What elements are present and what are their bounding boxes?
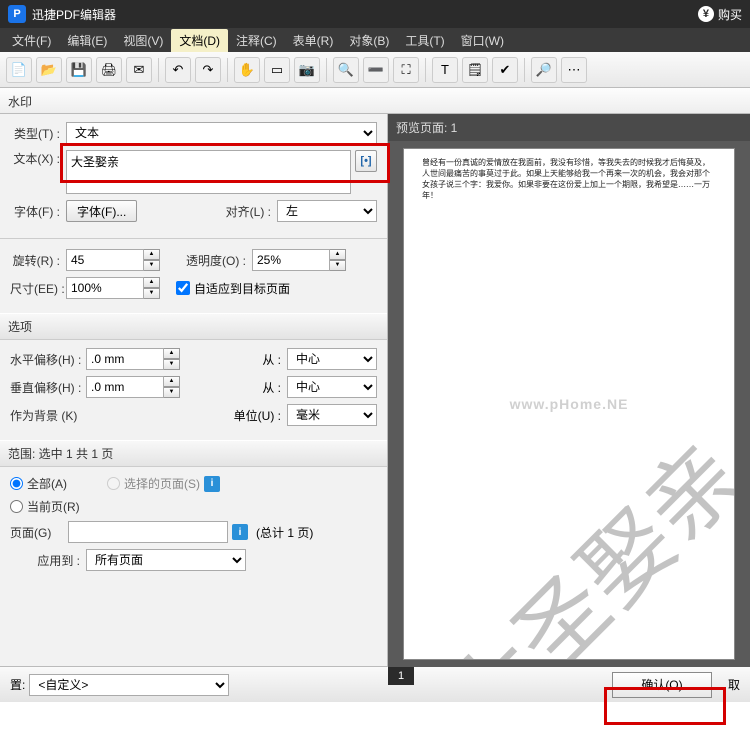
toolbar-hand-icon[interactable]: ✋ [234,57,260,83]
dialog-title: 水印 [0,88,750,114]
rotate-label: 旋转(R) : [10,252,60,269]
cancel-button[interactable]: 取 [728,676,740,693]
menu-tool[interactable]: 工具(T) [397,29,452,52]
menu-window[interactable]: 窗口(W) [453,29,512,52]
footer: 置: <自定义> 确认(O) 取 [0,666,750,702]
menu-document[interactable]: 文档(D) [171,29,228,52]
text-input[interactable]: 大圣娶亲 [66,150,351,194]
align-label: 对齐(L) : [221,203,271,220]
text-label: 文本(X) : [10,150,60,167]
app-logo: P [8,5,26,23]
page-body-text: 曾经有一份真诚的爱情放在我面前，我没有珍惜，等我失去的时候我才后悔莫及，人世间最… [422,157,716,201]
toolbar-zoomin-icon[interactable]: 🔍 [333,57,359,83]
applyto-label: 应用到 : [10,552,80,569]
size-label: 尺寸(EE) : [10,280,60,297]
menu-view[interactable]: 视图(V) [115,29,171,52]
hfrom-label: 从 : [262,351,281,368]
range-all-radio[interactable]: 全部(A) [10,475,67,492]
opacity-input[interactable] [252,249,330,271]
vfrom-label: 从 : [262,379,281,396]
size-input[interactable] [66,277,144,299]
pages-label: 页面(G) [10,524,62,541]
fit-checkbox-input[interactable] [176,281,190,295]
toolbar-save-icon[interactable]: 💾 [66,57,92,83]
hoffset-spinner[interactable]: ▲▼ [86,348,180,370]
toolbar-text-icon[interactable]: T [432,57,458,83]
center-watermark: www.pHome.NE [510,396,629,412]
pages-input[interactable] [68,521,228,543]
type-label: 类型(T) : [10,125,60,142]
voffset-input[interactable] [86,376,164,398]
currency-icon: ¥ [698,6,714,22]
menu-comment[interactable]: 注释(C) [228,29,285,52]
toolbar-fit-icon[interactable]: ⛶ [393,57,419,83]
settings-panel: 类型(T) : 文本 文本(X) : 大圣娶亲 [•] 字体(F) : 字体(F… [0,114,388,666]
watermark-text: 大圣娶亲 [414,408,734,659]
page-number-badge: 1 [388,667,414,685]
voffset-spinner[interactable]: ▲▼ [86,376,180,398]
size-spinner[interactable]: ▲▼ [66,277,160,299]
opacity-label: 透明度(O) : [176,252,246,269]
toolbar-mail-icon[interactable]: ✉ [126,57,152,83]
toolbar-note-icon[interactable]: 🗒 [462,57,488,83]
hoffset-input[interactable] [86,348,164,370]
toolbar-more-icon[interactable]: ⋯ [561,57,587,83]
toolbar-snap-icon[interactable]: 📷 [294,57,320,83]
options-title: 选项 [0,313,387,340]
hoffset-label: 水平偏移(H) : [10,351,80,368]
font-button[interactable]: 字体(F)... [66,200,137,222]
toolbar-print-icon[interactable]: 🖨 [96,57,122,83]
range-title: 范围: 选中 1 共 1 页 [0,440,387,467]
menu-edit[interactable]: 编辑(E) [59,29,115,52]
unit-label: 单位(U) : [234,407,281,424]
toolbar: 📄 📂 💾 🖨 ✉ ↶ ↷ ✋ ▭ 📷 🔍 ➖ ⛶ T 🗒 ✔ 🔎 ⋯ [0,52,750,88]
menu-form[interactable]: 表单(R) [285,29,342,52]
rotate-spinner[interactable]: ▲▼ [66,249,160,271]
info-icon[interactable]: i [204,476,220,492]
preset-select[interactable]: <自定义> [29,674,229,696]
applyto-select[interactable]: 所有页面 [86,549,246,571]
app-title: 迅捷PDF编辑器 [32,6,116,23]
range-selected-radio[interactable]: 选择的页面(S) [107,475,200,492]
toolbar-select-icon[interactable]: ▭ [264,57,290,83]
page-preview: 曾经有一份真诚的爱情放在我面前，我没有珍惜，等我失去的时候我才后悔莫及，人世间最… [404,149,734,659]
toolbar-new-icon[interactable]: 📄 [6,57,32,83]
fit-checkbox[interactable]: 自适应到目标页面 [176,280,290,297]
toolbar-open-icon[interactable]: 📂 [36,57,62,83]
preset-label: 置: [10,676,25,693]
pages-note: (总计 1 页) [256,524,313,541]
type-select[interactable]: 文本 [66,122,377,144]
toolbar-zoomout-icon[interactable]: ➖ [363,57,389,83]
menu-file[interactable]: 文件(F) [4,29,59,52]
font-label: 字体(F) : [10,203,60,220]
toolbar-redo-icon[interactable]: ↷ [195,57,221,83]
info-icon[interactable]: i [232,524,248,540]
preview-title: 预览页面: 1 [388,114,750,141]
menu-object[interactable]: 对象(B) [341,29,397,52]
buy-link[interactable]: 购买 [718,6,742,23]
menubar: 文件(F) 编辑(E) 视图(V) 文档(D) 注释(C) 表单(R) 对象(B… [0,28,750,52]
toolbar-undo-icon[interactable]: ↶ [165,57,191,83]
toolbar-stamp-icon[interactable]: ✔ [492,57,518,83]
unit-select[interactable]: 毫米 [287,404,377,426]
hfrom-select[interactable]: 中心 [287,348,377,370]
titlebar: P 迅捷PDF编辑器 ¥ 购买 [0,0,750,28]
opacity-spinner[interactable]: ▲▼ [252,249,346,271]
ok-button[interactable]: 确认(O) [612,672,712,698]
rotate-input[interactable] [66,249,144,271]
preview-panel: 预览页面: 1 曾经有一份真诚的爱情放在我面前，我没有珍惜，等我失去的时候我才后… [388,114,750,666]
range-current-radio[interactable]: 当前页(R) [10,498,80,515]
macro-button[interactable]: [•] [355,150,377,172]
align-select[interactable]: 左 [277,200,377,222]
toolbar-search-icon[interactable]: 🔎 [531,57,557,83]
vfrom-select[interactable]: 中心 [287,376,377,398]
voffset-label: 垂直偏移(H) : [10,379,80,396]
asbg-label: 作为背景 (K) [10,407,80,424]
